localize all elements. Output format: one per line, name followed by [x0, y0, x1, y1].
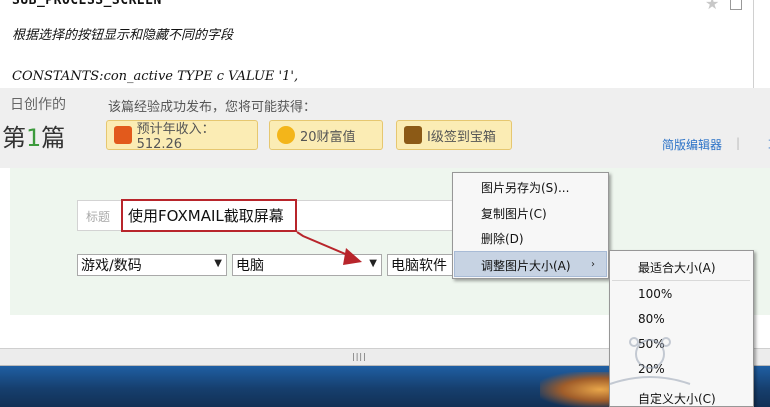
stat-caption: 日创作的 [10, 97, 66, 113]
menu-item-resize-image[interactable]: 调整图片大小(A) [481, 257, 571, 274]
menu-item-save-image[interactable]: 图片另存为(S)... [481, 179, 569, 196]
title-value[interactable]: 使用FOXMAIL截取屏幕 [128, 205, 284, 226]
page-icon[interactable] [730, 0, 742, 10]
article-count: 第1篇 [2, 118, 65, 153]
link-separator: | [736, 136, 741, 150]
reward-wealth[interactable]: 20财富值 [269, 120, 383, 150]
reward-label: Ⅰ级签到宝箱 [427, 129, 496, 145]
category-value: 电脑 [236, 258, 264, 274]
category-select-1[interactable]: 游戏/数码 ▼ [77, 254, 227, 276]
category-value: 电脑软件 [391, 258, 447, 274]
count-prefix: 第 [2, 124, 26, 152]
submenu-item-best-fit[interactable]: 最适合大小(A) [638, 259, 716, 276]
submenu-item-100[interactable]: 100% [638, 287, 672, 301]
editor-right-border [753, 0, 754, 90]
dropdown-arrow-icon: ▼ [214, 258, 222, 269]
dropdown-arrow-icon: ▼ [369, 258, 377, 269]
menu-item-copy-image[interactable]: 复制图片(C) [481, 205, 547, 222]
menu-item-delete[interactable]: 删除(D) [481, 230, 524, 247]
submenu-item-20[interactable]: 20% [638, 362, 665, 376]
code-comment-line: 根据选择的按钮显示和隐藏不同的字段 [12, 28, 234, 43]
count-suffix: 篇 [41, 124, 66, 152]
category-value: 游戏/数码 [81, 258, 142, 274]
submenu-item-50[interactable]: 50% [638, 337, 665, 351]
gold-coin-icon [277, 126, 295, 144]
earnings-heading: 该篇经验成功发布，您将可能获得： [108, 100, 317, 115]
code-constant-line: CONSTANTS:con_active TYPE c VALUE '1', [12, 69, 299, 84]
reward-income[interactable]: 预计年收入：512.26 [106, 120, 258, 152]
reward-label: 预计年收入：512.26 [136, 122, 215, 152]
count-number: 1 [26, 124, 42, 152]
red-envelope-icon [114, 126, 132, 144]
treasure-chest-icon [404, 126, 422, 144]
simple-editor-link[interactable]: 简版编辑器 [662, 136, 722, 153]
submenu-item-80[interactable]: 80% [638, 312, 665, 326]
editor-window-title: SUB_PROCESS_SCREEN [12, 0, 162, 8]
star-icon[interactable]: ★ [705, 0, 719, 13]
title-label: 标题 [86, 210, 111, 224]
submenu-item-custom-size[interactable]: 自定义大小(C) [638, 390, 716, 407]
submenu-arrow-icon: › [591, 259, 595, 270]
reward-treasure[interactable]: Ⅰ级签到宝箱 [396, 120, 512, 150]
category-select-2[interactable]: 电脑 ▼ [232, 254, 382, 276]
submenu-separator [612, 280, 750, 281]
splitter-grip-icon[interactable]: |||| [352, 352, 367, 361]
reward-label: 20财富值 [300, 129, 356, 145]
